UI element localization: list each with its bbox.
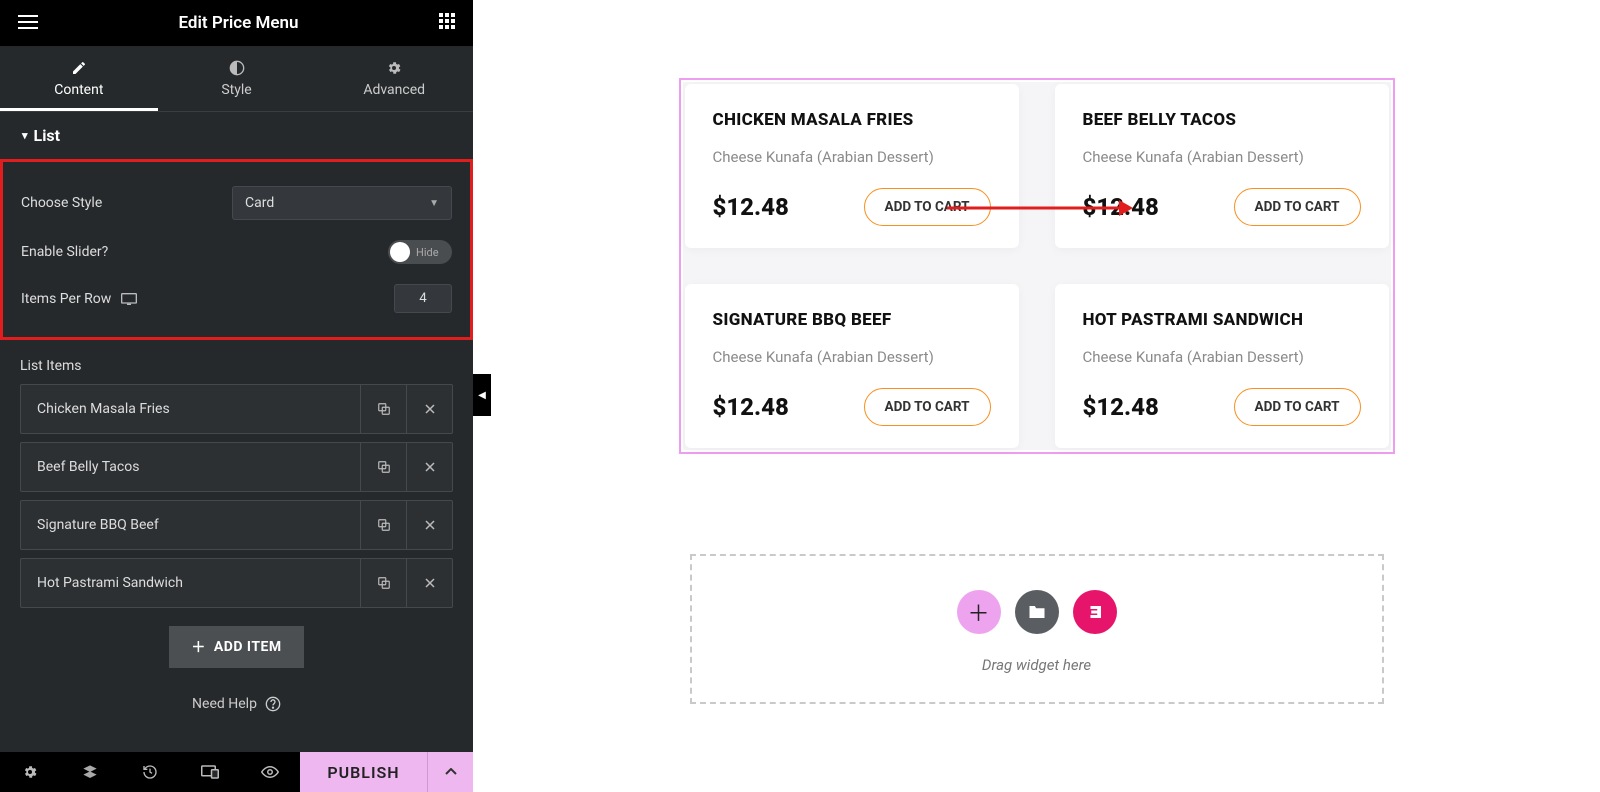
card-desc: Cheese Kunafa (Arabian Dessert) bbox=[1083, 348, 1361, 366]
add-to-cart-button[interactable]: ADD TO CART bbox=[1234, 188, 1361, 226]
need-help-label: Need Help bbox=[192, 696, 257, 712]
hamburger-icon[interactable] bbox=[18, 14, 38, 33]
list-items-label: List Items bbox=[0, 350, 473, 384]
template-library-button[interactable] bbox=[1015, 590, 1059, 634]
price-cards-grid: CHICKEN MASALA FRIES Cheese Kunafa (Arab… bbox=[683, 82, 1391, 450]
card-title: SIGNATURE BBQ BEEF bbox=[713, 310, 991, 330]
card-price: $12.48 bbox=[713, 193, 789, 221]
price-card: HOT PASTRAMI SANDWICH Cheese Kunafa (Ara… bbox=[1055, 284, 1389, 448]
card-desc: Cheese Kunafa (Arabian Dessert) bbox=[1083, 148, 1361, 166]
preview-button[interactable] bbox=[240, 752, 300, 792]
editor-sidebar: Edit Price Menu Content Style Advanced L… bbox=[0, 0, 473, 792]
remove-button[interactable] bbox=[406, 443, 452, 491]
sidebar-title: Edit Price Menu bbox=[38, 13, 439, 33]
navigator-button[interactable] bbox=[60, 752, 120, 792]
remove-button[interactable] bbox=[406, 385, 452, 433]
history-button[interactable] bbox=[120, 752, 180, 792]
choose-style-value: Card bbox=[245, 195, 274, 211]
card-price: $12.48 bbox=[1083, 193, 1159, 221]
enable-slider-label: Enable Slider? bbox=[21, 244, 108, 260]
add-item-label: ADD ITEM bbox=[214, 639, 282, 655]
add-to-cart-button[interactable]: ADD TO CART bbox=[1234, 388, 1361, 426]
list-item-title: Hot Pastrami Sandwich bbox=[21, 575, 360, 591]
control-choose-style: Choose Style Card ▼ bbox=[3, 176, 470, 230]
remove-button[interactable] bbox=[406, 501, 452, 549]
price-card: CHICKEN MASALA FRIES Cheese Kunafa (Arab… bbox=[685, 84, 1019, 248]
control-items-per-row: Items Per Row bbox=[3, 274, 470, 323]
card-price: $12.48 bbox=[1083, 393, 1159, 421]
card-title: CHICKEN MASALA FRIES bbox=[713, 110, 991, 130]
add-to-cart-button[interactable]: ADD TO CART bbox=[864, 388, 991, 426]
tab-advanced[interactable]: Advanced bbox=[315, 46, 473, 111]
list-item-title: Chicken Masala Fries bbox=[21, 401, 360, 417]
publish-button[interactable]: PUBLISH bbox=[300, 752, 427, 792]
price-card: SIGNATURE BBQ BEEF Cheese Kunafa (Arabia… bbox=[685, 284, 1019, 448]
settings-button[interactable] bbox=[0, 752, 60, 792]
sidebar-footer: PUBLISH bbox=[0, 752, 473, 792]
section-list-header[interactable]: List bbox=[0, 112, 473, 159]
list-item[interactable]: Signature BBQ Beef bbox=[20, 500, 453, 550]
list-item-title: Signature BBQ Beef bbox=[21, 517, 360, 533]
sidebar-header: Edit Price Menu bbox=[0, 0, 473, 46]
toggle-knob bbox=[390, 242, 410, 262]
desktop-icon bbox=[121, 293, 137, 305]
folder-icon bbox=[1028, 604, 1046, 620]
highlighted-controls: Choose Style Card ▼ Enable Slider? Hide … bbox=[0, 159, 473, 340]
control-enable-slider: Enable Slider? Hide bbox=[3, 230, 470, 274]
duplicate-button[interactable] bbox=[360, 443, 406, 491]
apps-grid-icon[interactable] bbox=[439, 13, 455, 33]
list-item[interactable]: Beef Belly Tacos bbox=[20, 442, 453, 492]
ek-icon bbox=[1086, 604, 1104, 620]
list-item-title: Beef Belly Tacos bbox=[21, 459, 360, 475]
chevron-down-icon: ▼ bbox=[429, 198, 439, 209]
card-price: $12.48 bbox=[713, 393, 789, 421]
element-kit-button[interactable] bbox=[1073, 590, 1117, 634]
add-to-cart-button[interactable]: ADD TO CART bbox=[864, 188, 991, 226]
duplicate-button[interactable] bbox=[360, 385, 406, 433]
tab-advanced-label: Advanced bbox=[315, 82, 473, 98]
responsive-button[interactable] bbox=[180, 752, 240, 792]
duplicate-button[interactable] bbox=[360, 501, 406, 549]
help-icon bbox=[265, 696, 281, 712]
sidebar-tabs: Content Style Advanced bbox=[0, 46, 473, 112]
preview-area: CHICKEN MASALA FRIES Cheese Kunafa (Arab… bbox=[473, 0, 1600, 792]
collapse-sidebar-button[interactable]: ◀ bbox=[473, 374, 491, 416]
add-item-button[interactable]: ＋ ADD ITEM bbox=[169, 626, 303, 668]
price-card: BEEF BELLY TACOS Cheese Kunafa (Arabian … bbox=[1055, 84, 1389, 248]
section-title: List bbox=[34, 126, 61, 145]
dropzone-label: Drag widget here bbox=[692, 656, 1382, 674]
need-help[interactable]: Need Help bbox=[0, 686, 473, 728]
add-section-button[interactable]: ＋ bbox=[957, 590, 1001, 634]
publish-options-button[interactable] bbox=[427, 752, 473, 792]
price-menu-widget[interactable]: CHICKEN MASALA FRIES Cheese Kunafa (Arab… bbox=[679, 78, 1395, 454]
remove-button[interactable] bbox=[406, 559, 452, 607]
widget-dropzone[interactable]: ＋ Drag widget here bbox=[690, 554, 1384, 704]
card-title: BEEF BELLY TACOS bbox=[1083, 110, 1361, 130]
duplicate-button[interactable] bbox=[360, 559, 406, 607]
tab-style-label: Style bbox=[158, 82, 316, 98]
items-per-row-label: Items Per Row bbox=[21, 291, 137, 307]
tab-style[interactable]: Style bbox=[158, 46, 316, 111]
card-title: HOT PASTRAMI SANDWICH bbox=[1083, 310, 1361, 330]
list-item[interactable]: Chicken Masala Fries bbox=[20, 384, 453, 434]
tab-content-label: Content bbox=[0, 82, 158, 98]
choose-style-select[interactable]: Card ▼ bbox=[232, 186, 452, 220]
items-per-row-input[interactable] bbox=[394, 284, 452, 313]
toggle-state: Hide bbox=[416, 246, 439, 259]
list-items: Chicken Masala Fries Beef Belly Tacos Si… bbox=[0, 384, 473, 608]
enable-slider-toggle[interactable]: Hide bbox=[388, 240, 452, 264]
card-desc: Cheese Kunafa (Arabian Dessert) bbox=[713, 348, 991, 366]
choose-style-label: Choose Style bbox=[21, 195, 102, 211]
tab-content[interactable]: Content bbox=[0, 46, 158, 111]
plus-icon: ＋ bbox=[191, 637, 206, 657]
list-item[interactable]: Hot Pastrami Sandwich bbox=[20, 558, 453, 608]
card-desc: Cheese Kunafa (Arabian Dessert) bbox=[713, 148, 991, 166]
